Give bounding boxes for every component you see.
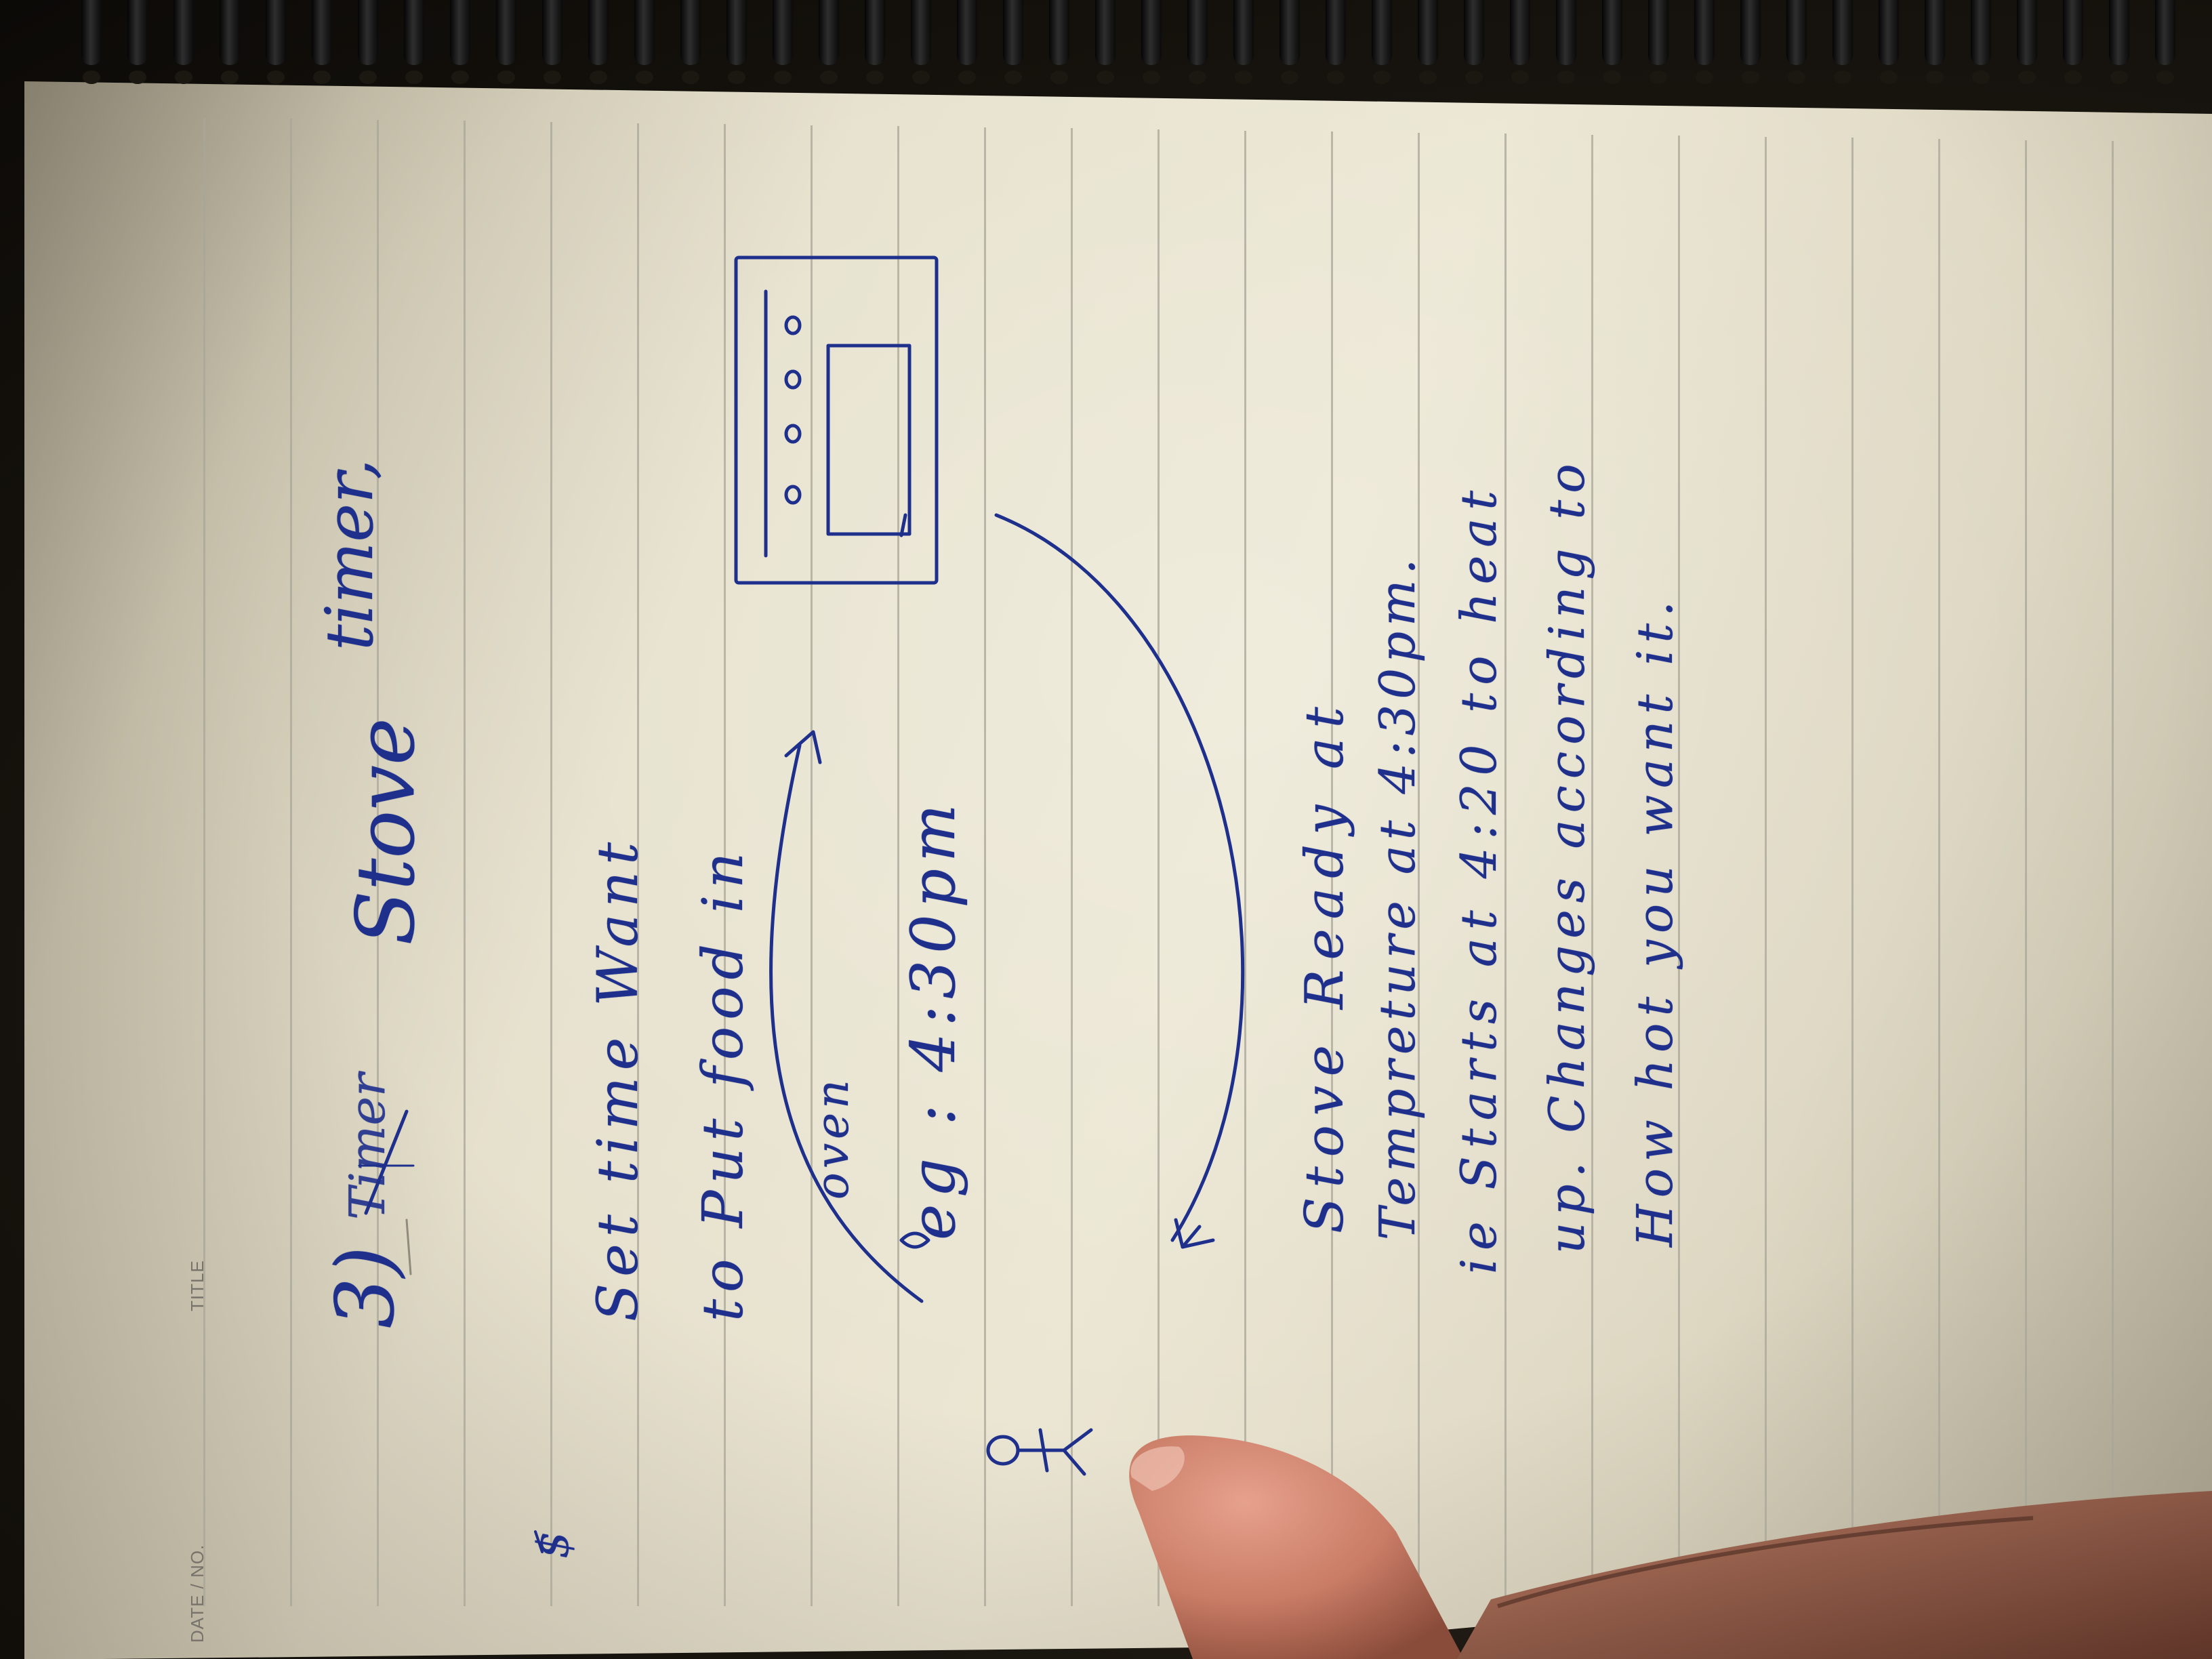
thumb xyxy=(1129,1435,2212,1659)
